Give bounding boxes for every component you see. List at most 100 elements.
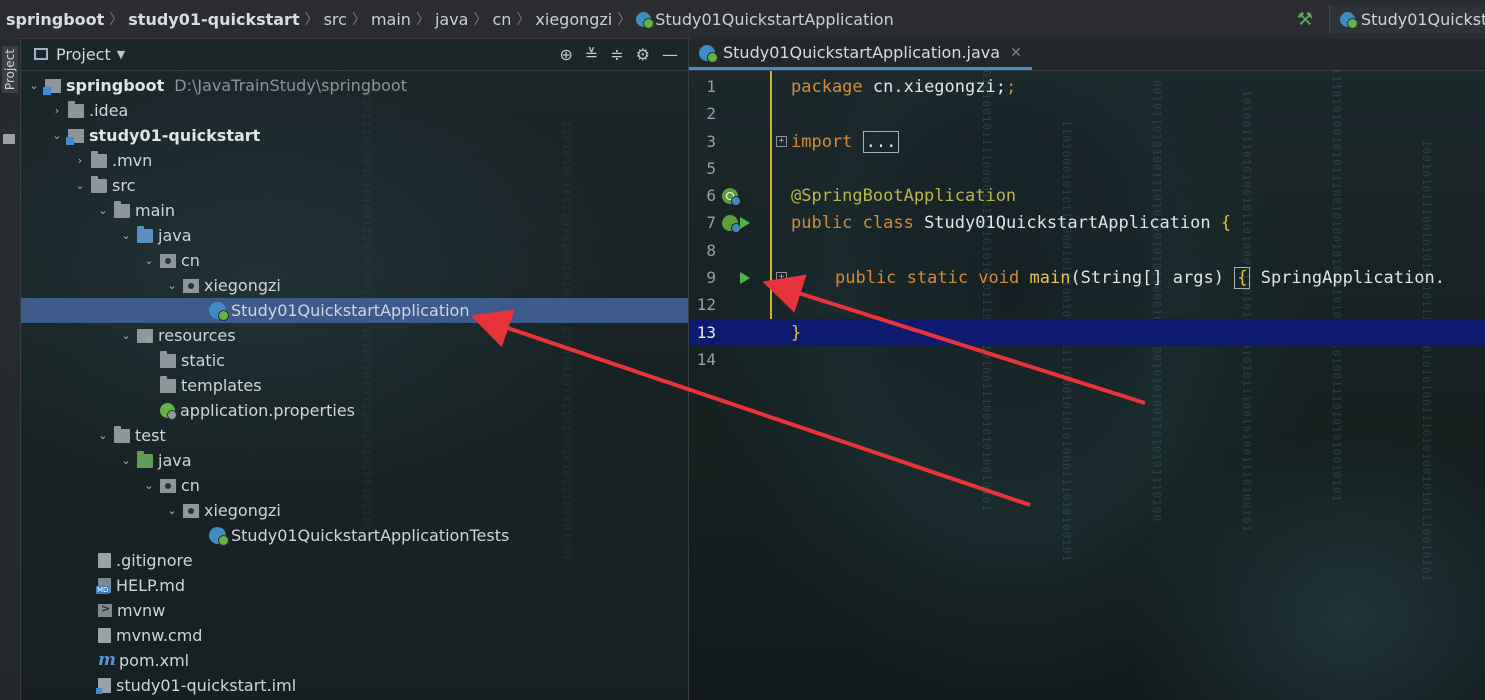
breadcrumb-class[interactable]: Study01QuickstartApplication [655, 10, 893, 29]
spring-boot-run-icon [1340, 11, 1358, 29]
chevron-down-icon[interactable]: ⌄ [118, 229, 134, 242]
project-tool-window-button[interactable]: Project [2, 46, 18, 94]
package-icon [183, 503, 199, 518]
breadcrumb-main[interactable]: main [371, 10, 411, 29]
code-line[interactable]: 14 [689, 346, 1485, 373]
breadcrumb-java[interactable]: java [435, 10, 469, 29]
breadcrumb-xiegongzi[interactable]: xiegongzi [535, 10, 612, 29]
chevron-down-icon[interactable]: ⌄ [95, 429, 111, 442]
tree-node-mvn-folder[interactable]: › .mvn [20, 148, 688, 173]
breadcrumb-module[interactable]: study01-quickstart [128, 10, 299, 29]
hide-panel-icon[interactable]: — [662, 45, 678, 64]
chevron-right-icon[interactable]: › [72, 154, 88, 167]
folded-method-body[interactable]: { [1234, 266, 1251, 289]
project-panel-header: Project ▼ ⊕ ≚ ≑ ⚙ — [20, 38, 688, 71]
code-line[interactable]: 5 [689, 155, 1485, 182]
tree-node-test-xiegongzi[interactable]: ⌄ xiegongzi [20, 498, 688, 523]
code-line[interactable]: 3 + import ... [689, 128, 1485, 155]
tab-label: Study01QuickstartApplication.java [723, 43, 1001, 62]
tree-node-templates[interactable]: templates [20, 373, 688, 398]
text-file-icon [98, 553, 111, 568]
tree-node-label: xiegongzi [204, 501, 281, 520]
tree-node-study01-quickstart[interactable]: ⌄ study01-quickstart [20, 123, 688, 148]
chevron-right-icon[interactable]: › [49, 104, 65, 117]
chevron-down-icon[interactable]: ⌄ [72, 179, 88, 192]
chevron-down-icon[interactable]: ▼ [117, 48, 125, 61]
build-hammer-icon[interactable]: ⚒ [1297, 9, 1313, 30]
run-class-icon[interactable] [740, 216, 750, 229]
chevron-down-icon[interactable]: ⌄ [141, 479, 157, 492]
tree-node-label: .gitignore [116, 551, 193, 570]
tree-node-mvnw[interactable]: mvnw [20, 598, 688, 623]
tree-node-main-java[interactable]: ⌄ java [20, 223, 688, 248]
breadcrumb-cn[interactable]: cn [492, 10, 511, 29]
spring-beans-icon[interactable] [722, 187, 741, 206]
line-number: 3 [706, 132, 716, 151]
tree-node-test-java[interactable]: ⌄ java [20, 448, 688, 473]
close-icon[interactable]: ✕ [1010, 45, 1022, 61]
code-line[interactable]: 6 @SpringBootApplication [689, 182, 1485, 209]
code-line[interactable]: 9 + public static void main(String[] arg… [689, 264, 1485, 291]
breadcrumb-springboot[interactable]: springboot [6, 10, 104, 29]
tree-node-test-cn[interactable]: ⌄ cn [20, 473, 688, 498]
code-line[interactable]: 2 [689, 100, 1485, 127]
chevron-down-icon[interactable]: ⌄ [164, 504, 180, 517]
tree-node-src[interactable]: ⌄ src [20, 173, 688, 198]
code-line[interactable]: 12 [689, 291, 1485, 318]
chevron-down-icon[interactable]: ⌄ [118, 454, 134, 467]
current-code-line[interactable]: 13 } [689, 319, 1485, 346]
folded-imports[interactable]: ... [862, 130, 900, 153]
chevron-down-icon[interactable]: ⌄ [118, 329, 134, 342]
line-number: 14 [696, 350, 716, 369]
tree-node-test[interactable]: ⌄ test [20, 423, 688, 448]
chevron-down-icon[interactable]: ⌄ [95, 204, 111, 217]
project-view-selector[interactable]: Project [56, 45, 111, 64]
editor-tab-application-java[interactable]: Study01QuickstartApplication.java ✕ [689, 38, 1032, 70]
code-line[interactable]: 1 package cn.xiegongzi;; [689, 73, 1485, 100]
tree-node-help-md[interactable]: HELP.md [20, 573, 688, 598]
tree-node-label: mvnw [117, 601, 166, 620]
tree-node-static[interactable]: static [20, 348, 688, 373]
gear-icon[interactable]: ⚙ [636, 45, 650, 64]
tree-node-main[interactable]: ⌄ main [20, 198, 688, 223]
tree-node-iml[interactable]: study01-quickstart.iml [20, 673, 688, 698]
spring-bean-icon[interactable] [722, 214, 741, 233]
tree-node-main-xiegongzi[interactable]: ⌄ xiegongzi [20, 273, 688, 298]
code-text: } [791, 322, 802, 343]
expand-all-icon[interactable]: ≚ [585, 45, 598, 64]
tree-node-resources[interactable]: ⌄ resources [20, 323, 688, 348]
tree-node-application-properties[interactable]: application.properties [20, 398, 688, 423]
tree-node-label: application.properties [180, 401, 355, 420]
code-line[interactable]: 7 public class Study01QuickstartApplicat… [689, 209, 1485, 236]
run-main-icon[interactable] [740, 271, 750, 284]
breadcrumb-src[interactable]: src [324, 10, 347, 29]
folder-icon [91, 175, 107, 193]
chevron-down-icon[interactable]: ⌄ [49, 129, 65, 142]
tree-node-application-tests-class[interactable]: Study01QuickstartApplicationTests [20, 523, 688, 548]
locate-target-icon[interactable]: ⊕ [559, 45, 572, 64]
tree-node-idea[interactable]: › .idea [20, 98, 688, 123]
package-icon [160, 253, 176, 268]
tree-node-mvnw-cmd[interactable]: mvnw.cmd [20, 623, 688, 648]
fold-toggle-icon[interactable]: + [776, 136, 787, 147]
tree-node-pom-xml[interactable]: m pom.xml [20, 648, 688, 673]
left-tool-strip: Project [0, 38, 21, 700]
code-editor[interactable]: 1 package cn.xiegongzi;; 2 3 + import ..… [689, 71, 1485, 700]
tree-node-gitignore[interactable]: .gitignore [20, 548, 688, 573]
chevron-down-icon[interactable]: ⌄ [164, 279, 180, 292]
code-line[interactable]: 8 [689, 237, 1485, 264]
chevron-down-icon[interactable]: ⌄ [141, 254, 157, 267]
chevron-down-icon[interactable]: ⌄ [26, 79, 42, 92]
project-path: D:\JavaTrainStudy\springboot [174, 76, 407, 95]
tree-node-springboot[interactable]: ⌄ springboot D:\JavaTrainStudy\springboo… [20, 73, 688, 98]
line-number: 8 [706, 241, 716, 260]
tree-node-application-class[interactable]: Study01QuickstartApplication [20, 298, 688, 323]
run-configuration-selector[interactable]: Study01Quickstart [1329, 5, 1485, 33]
project-tree: ⌄ springboot D:\JavaTrainStudy\springboo… [20, 73, 688, 698]
tree-node-main-cn[interactable]: ⌄ cn [20, 248, 688, 273]
tree-node-label: study01-quickstart.iml [116, 676, 297, 695]
tree-node-label: test [135, 426, 166, 445]
collapse-all-icon[interactable]: ≑ [610, 45, 623, 64]
folder-icon[interactable] [3, 134, 15, 144]
fold-toggle-icon[interactable]: + [776, 272, 787, 283]
